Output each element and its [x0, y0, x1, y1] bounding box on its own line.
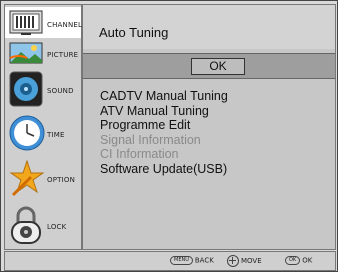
back-hint: MENU BACK — [170, 256, 214, 265]
sidebar-item-sound[interactable]: SOUND — [5, 69, 81, 109]
sidebar-item-label: PICTURE — [47, 51, 79, 59]
sidebar-item-picture[interactable]: PICTURE — [5, 40, 81, 66]
sidebar-item-label: LOCK — [47, 223, 67, 231]
sidebar-item-lock[interactable]: LOCK — [5, 203, 81, 247]
move-hint: MOVE — [227, 255, 262, 267]
sidebar-item-channel[interactable]: CHANNEL — [5, 7, 83, 38]
ok-button[interactable]: OK — [191, 58, 245, 75]
main-panel: Auto Tuning OK CADTV Manual Tuning ATV M… — [82, 4, 336, 250]
menu-item-atv-manual-tuning[interactable]: ATV Manual Tuning — [100, 104, 228, 119]
menu-item-ci-information: CI Information — [100, 147, 179, 161]
picture-icon — [9, 42, 43, 64]
back-hint-label: BACK — [194, 256, 214, 265]
move-hint-label: MOVE — [241, 257, 262, 265]
menu-item-software-update[interactable]: Software Update(USB) — [100, 162, 228, 177]
footer-hints: MENU BACK MOVE OK OK — [4, 251, 336, 271]
menu-item-signal-information: Signal Information — [100, 132, 201, 147]
sidebar-item-label: OPTION — [47, 176, 76, 184]
sidebar-item-time[interactable]: TIME — [5, 111, 81, 155]
speaker-icon — [9, 71, 43, 107]
ok-hint-label: OK — [302, 256, 313, 265]
padlock-icon — [11, 206, 41, 244]
sidebar-item-label: TIME — [47, 131, 65, 139]
sidebar-item-label: CHANNEL — [47, 21, 83, 29]
sidebar-item-option[interactable]: OPTION — [5, 157, 81, 199]
menu-item-programme-edit[interactable]: Programme Edit — [100, 118, 228, 133]
page-title: Auto Tuning — [99, 25, 169, 40]
dpad-icon — [227, 255, 239, 267]
tv-screen-icon — [9, 10, 43, 35]
menu-item-cadtv-manual-tuning[interactable]: CADTV Manual Tuning — [100, 89, 228, 104]
menu-key-icon: MENU — [170, 256, 193, 265]
clock-icon — [9, 115, 45, 151]
osd-window: CHANNEL PICTURE SOUND TIME OPTION LOCK A… — [0, 0, 338, 272]
menu-list: CADTV Manual Tuning ATV Manual Tuning Pr… — [100, 89, 228, 176]
sidebar: CHANNEL PICTURE SOUND TIME OPTION LOCK — [4, 4, 82, 250]
ok-key-icon: OK — [285, 256, 301, 265]
star-icon — [9, 159, 45, 197]
ok-hint: OK OK — [285, 256, 312, 265]
sidebar-item-label: SOUND — [47, 87, 74, 95]
title-bar: Auto Tuning — [83, 5, 335, 49]
ok-row: OK — [83, 53, 335, 79]
